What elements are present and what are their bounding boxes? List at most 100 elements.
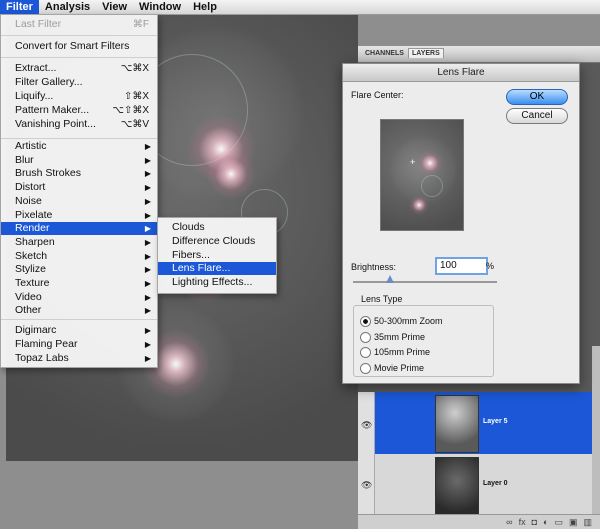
brightness-slider[interactable] <box>353 281 497 283</box>
radio-label: 105mm Prime <box>374 347 431 357</box>
menu-view[interactable]: View <box>96 0 133 14</box>
radio-icon <box>360 347 371 359</box>
menu-item-label: Last Filter <box>15 18 62 30</box>
menu-item-shortcut: ⌘F <box>132 19 149 30</box>
menu-item-label: Lens Flare... <box>172 262 231 275</box>
mask-icon[interactable]: ◘ <box>532 517 537 527</box>
adjustment-icon[interactable]: ◐ <box>543 517 548 527</box>
layer-thumbnail <box>435 457 479 515</box>
eye-icon[interactable]: 👁 <box>361 420 372 431</box>
radio-movie-prime[interactable]: Movie Prime <box>360 363 424 374</box>
layer-name: Layer 5 <box>483 418 508 425</box>
menu-item-noise[interactable]: Noise ▶ <box>1 195 157 208</box>
submenu-arrow-icon: ▶ <box>144 237 151 247</box>
menu-item-video[interactable]: Video ▶ <box>1 291 157 304</box>
new-layer-icon[interactable]: ▣ <box>569 517 578 528</box>
menu-item-last-filter: Last Filter ⌘F <box>1 18 157 31</box>
submenu-arrow-icon: ▶ <box>144 142 151 151</box>
folder-icon[interactable]: ▭ <box>554 517 563 528</box>
menu-item-texture[interactable]: Texture ▶ <box>1 277 157 290</box>
menu-separator <box>1 319 157 320</box>
menu-item-pixelate[interactable]: Pixelate ▶ <box>1 209 157 222</box>
crosshair-icon[interactable]: + <box>410 157 415 167</box>
submenu-arrow-icon: ▶ <box>144 354 151 363</box>
menu-item-distort[interactable]: Distort ▶ <box>1 181 157 194</box>
submenu-item-clouds[interactable]: Clouds <box>158 221 276 234</box>
lens-type-label: Lens Type <box>359 294 405 304</box>
radio-icon <box>360 331 371 343</box>
menu-item-render[interactable]: Render ▶ <box>1 222 157 236</box>
menu-item-shortcut: ⌥⇧⌘X <box>112 105 149 116</box>
menu-item-liquify[interactable]: Liquify... ⇧⌘X <box>1 90 157 103</box>
menu-item-label: Artistic <box>15 140 47 152</box>
menu-item-convert-smart-filters[interactable]: Convert for Smart Filters <box>1 40 157 53</box>
menu-item-label: Stylize <box>15 263 46 276</box>
ok-button[interactable]: OK <box>506 89 568 105</box>
visibility-column <box>358 392 375 529</box>
menu-item-label: Brush Strokes <box>15 167 81 180</box>
menu-item-sharpen[interactable]: Sharpen ▶ <box>1 236 157 249</box>
menu-item-filter-gallery[interactable]: Filter Gallery... <box>1 76 157 89</box>
menu-item-artistic[interactable]: Artistic ▶ <box>1 140 157 153</box>
flare-center-label: Flare Center: <box>351 90 404 100</box>
menu-item-digimarc[interactable]: Digimarc ▶ <box>1 324 157 337</box>
submenu-item-lighting-effects[interactable]: Lighting Effects... <box>158 276 276 289</box>
slider-thumb[interactable] <box>386 275 395 283</box>
menu-window[interactable]: Window <box>133 0 187 14</box>
brightness-label: Brightness: <box>351 262 397 272</box>
layer-row-layer-0[interactable]: Layer 0 <box>375 454 600 515</box>
tab-layers[interactable]: LAYERS <box>408 48 444 58</box>
radio-105mm-prime[interactable]: 105mm Prime <box>360 347 431 359</box>
submenu-item-difference-clouds[interactable]: Difference Clouds <box>158 235 276 248</box>
menu-separator <box>1 138 157 139</box>
menu-help[interactable]: Help <box>187 0 223 14</box>
menu-item-label: Liquify... <box>15 90 54 102</box>
tab-channels[interactable]: CHANNELS <box>362 49 407 58</box>
trash-icon[interactable]: ▥ <box>583 517 592 528</box>
cancel-button[interactable]: Cancel <box>506 108 568 124</box>
submenu-arrow-icon: ▶ <box>144 183 151 193</box>
submenu-arrow-icon: ▶ <box>144 279 151 288</box>
menu-item-sketch[interactable]: Sketch ▶ <box>1 250 157 263</box>
brightness-input[interactable]: 100 <box>435 257 488 275</box>
lens-flare-dialog: Lens Flare Flare Center: OK Cancel + Bri… <box>342 63 580 384</box>
panel-scrollbar[interactable] <box>592 346 600 514</box>
menu-item-pattern-maker[interactable]: Pattern Maker... ⌥⇧⌘X <box>1 104 157 117</box>
menu-item-other[interactable]: Other ▶ <box>1 304 157 317</box>
flare-glow <box>417 150 443 176</box>
submenu-item-fibers[interactable]: Fibers... <box>158 249 276 262</box>
fx-icon[interactable]: fx <box>519 517 526 527</box>
menu-item-extract[interactable]: Extract... ⌥⌘X <box>1 62 157 75</box>
menu-item-topaz-labs[interactable]: Topaz Labs ▶ <box>1 352 157 365</box>
submenu-arrow-icon: ▶ <box>144 326 151 335</box>
menu-filter[interactable]: Filter <box>0 0 39 14</box>
menu-item-blur[interactable]: Blur ▶ <box>1 154 157 167</box>
menu-item-vanishing-point[interactable]: Vanishing Point... ⌥⌘V <box>1 118 157 131</box>
menu-item-flaming-pear[interactable]: Flaming Pear ▶ <box>1 338 157 351</box>
submenu-arrow-icon: ▶ <box>144 340 151 349</box>
link-icon[interactable]: ∞ <box>506 517 512 527</box>
layer-row-layer-5[interactable]: Layer 5 <box>375 392 600 454</box>
menu-item-label: Fibers... <box>172 248 210 261</box>
menu-separator <box>1 35 157 36</box>
radio-label: Movie Prime <box>374 362 425 373</box>
menu-analysis[interactable]: Analysis <box>39 0 96 14</box>
flare-preview[interactable]: + <box>380 119 464 231</box>
flare-glow <box>409 195 429 215</box>
submenu-item-lens-flare[interactable]: Lens Flare... <box>158 262 276 276</box>
filter-menu: Last Filter ⌘F Convert for Smart Filters… <box>0 14 158 368</box>
menu-item-label: Noise <box>15 194 42 207</box>
layer-thumbnail <box>435 395 479 453</box>
radio-35mm-prime[interactable]: 35mm Prime <box>360 332 425 343</box>
menu-item-brush-strokes[interactable]: Brush Strokes ▶ <box>1 167 157 180</box>
flare-glow <box>206 149 256 199</box>
menu-item-label: Other <box>15 304 42 317</box>
menu-item-label: Vanishing Point... <box>15 118 96 130</box>
menu-item-stylize[interactable]: Stylize ▶ <box>1 263 157 276</box>
radio-50-300mm-zoom[interactable]: 50-300mm Zoom <box>360 316 443 328</box>
lens-type-group: 50-300mm Zoom 35mm Prime 105mm Prime Movie … <box>353 305 494 377</box>
submenu-arrow-icon: ▶ <box>144 292 151 302</box>
menu-item-label: Texture <box>15 277 50 289</box>
menu-item-shortcut: ⌥⌘V <box>120 119 149 130</box>
eye-icon[interactable]: 👁 <box>361 480 372 491</box>
